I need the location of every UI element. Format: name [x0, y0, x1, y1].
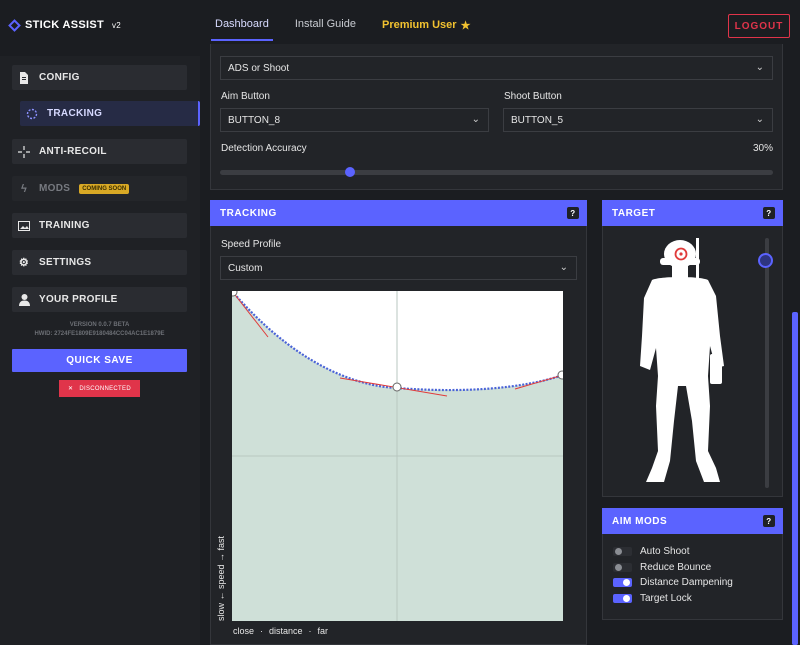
- curve-control-point[interactable]: [557, 370, 563, 380]
- detection-accuracy-label: Detection Accuracy: [221, 143, 307, 154]
- curve-control-point[interactable]: [392, 382, 402, 392]
- x-axis-distance: distance: [269, 626, 303, 636]
- sidebar-item-anti-recoil[interactable]: ANTI-RECOIL: [12, 139, 187, 164]
- tracking-header: TRACKING ?: [210, 200, 587, 226]
- chevron-down-icon: ⌄: [559, 262, 568, 273]
- curve-control-point[interactable]: [232, 291, 238, 297]
- speed-profile-label: Speed Profile: [221, 239, 282, 250]
- detection-accuracy-value: 30%: [753, 143, 774, 154]
- logout-button[interactable]: LOGOUT: [728, 14, 790, 38]
- toggle-switch[interactable]: [613, 578, 632, 587]
- speed-curve-editor[interactable]: [232, 291, 563, 621]
- spinner-icon: [26, 108, 38, 120]
- image-icon: [18, 220, 30, 232]
- chevron-down-icon: ⌄: [755, 114, 764, 125]
- mod-label: Target Lock: [640, 593, 692, 604]
- detection-accuracy-slider[interactable]: [220, 167, 773, 177]
- shoot-button-select[interactable]: BUTTON_5 ⌄: [503, 108, 773, 132]
- shoot-button-label: Shoot Button: [504, 91, 562, 102]
- mod-label: Auto Shoot: [640, 546, 690, 557]
- bolt-icon: ϟ: [20, 182, 28, 195]
- sidebar-item-mods: ϟ MODS COMING SOON: [12, 176, 187, 201]
- aim-button-select[interactable]: BUTTON_8 ⌄: [220, 108, 489, 132]
- status-text: DISCONNECTED: [79, 385, 131, 392]
- y-axis-label: slow ← speed → fast: [216, 535, 226, 621]
- mode-select[interactable]: ADS or Shoot ⌄: [220, 56, 773, 80]
- help-icon[interactable]: ?: [763, 515, 775, 527]
- toggle-switch[interactable]: [613, 563, 632, 572]
- mod-auto-shoot[interactable]: Auto Shoot: [613, 546, 689, 557]
- nav-install-guide[interactable]: Install Guide: [291, 18, 360, 41]
- slider-thumb[interactable]: [344, 167, 355, 177]
- x-axis-close: close: [233, 626, 255, 636]
- toggle-switch[interactable]: [613, 547, 632, 556]
- coming-soon-badge: COMING SOON: [79, 183, 130, 194]
- mod-target-lock[interactable]: Target Lock: [613, 593, 692, 604]
- brand-name: STICK ASSIST: [25, 19, 104, 31]
- premium-label: Premium User: [381, 19, 457, 31]
- target-height-slider[interactable]: [765, 238, 769, 488]
- mod-reduce-bounce[interactable]: Reduce Bounce: [613, 562, 711, 573]
- sidebar-item-label: MODS: [39, 183, 71, 194]
- nav-premium-user[interactable]: Premium User ★: [378, 18, 474, 41]
- separator-dot: ·: [260, 626, 264, 636]
- sidebar-item-config[interactable]: CONFIG: [12, 65, 187, 90]
- aim-mods-title: AIM MODS: [612, 515, 668, 527]
- aim-mods-header: AIM MODS ?: [602, 508, 783, 534]
- help-icon[interactable]: ?: [763, 207, 775, 219]
- diamond-logo-icon: [8, 18, 21, 32]
- tracking-title: TRACKING: [220, 207, 277, 219]
- crosshair-icon: [18, 145, 30, 158]
- main-nav: Dashboard Install Guide Premium User ★: [211, 18, 474, 41]
- speed-curve-svg[interactable]: [232, 291, 563, 621]
- target-header: TARGET ?: [602, 200, 783, 226]
- document-icon: [18, 71, 30, 84]
- shoot-button-value: BUTTON_5: [511, 114, 564, 126]
- sidebar-item-label: SETTINGS: [39, 257, 92, 268]
- aim-button-label: Aim Button: [221, 91, 270, 102]
- mod-label: Distance Dampening: [640, 577, 733, 588]
- sidebar-item-training[interactable]: TRAINING: [12, 213, 187, 238]
- version-info: VERSION 0.0.7 BETA HWID: 2724FE1809E9180…: [12, 321, 187, 339]
- sidebar-item-label: TRACKING: [47, 108, 103, 119]
- sidebar-item-label: ANTI-RECOIL: [39, 146, 107, 157]
- mode-select-value: ADS or Shoot: [228, 62, 290, 74]
- sidebar-item-label: YOUR PROFILE: [39, 294, 118, 305]
- brand-logo[interactable]: STICK ASSIST v2: [8, 18, 122, 32]
- quick-save-button[interactable]: QUICK SAVE: [12, 349, 187, 372]
- x-axis-far: far: [317, 626, 329, 636]
- x-axis-labels: close · distance · far: [233, 626, 328, 636]
- star-icon: ★: [460, 19, 471, 32]
- page-scrollbar[interactable]: [792, 312, 798, 645]
- gear-icon: ⚙: [18, 257, 30, 269]
- hwid-text: HWID: 2724FE1809E9180484CC04AC1E1879E: [34, 331, 165, 337]
- sidebar-item-your-profile[interactable]: YOUR PROFILE: [12, 287, 187, 312]
- slider-thumb[interactable]: [758, 252, 773, 268]
- sidebar-item-tracking[interactable]: TRACKING: [20, 101, 200, 126]
- separator-dot: ·: [308, 626, 312, 636]
- aim-button-value: BUTTON_8: [228, 114, 281, 126]
- chevron-down-icon: ⌄: [755, 62, 764, 73]
- help-icon[interactable]: ?: [567, 207, 579, 219]
- speed-profile-value: Custom: [228, 262, 263, 274]
- version-text: VERSION 0.0.7 BETA: [69, 322, 130, 328]
- toggle-switch[interactable]: [613, 594, 632, 603]
- mod-label: Reduce Bounce: [640, 562, 712, 573]
- speed-profile-select[interactable]: Custom ⌄: [220, 256, 577, 280]
- brand-version: v2: [111, 20, 122, 30]
- sidebar-item-label: CONFIG: [39, 72, 80, 83]
- user-icon: [18, 293, 30, 306]
- target-title: TARGET: [612, 207, 656, 219]
- close-icon: ✕: [68, 386, 74, 392]
- mod-distance-dampening[interactable]: Distance Dampening: [613, 577, 733, 588]
- nav-dashboard[interactable]: Dashboard: [211, 18, 273, 41]
- chevron-down-icon: ⌄: [471, 114, 480, 125]
- sidebar-item-settings[interactable]: ⚙ SETTINGS: [12, 250, 187, 275]
- connection-status-badge: ✕ DISCONNECTED: [59, 380, 140, 397]
- soldier-silhouette-icon: [640, 238, 724, 482]
- sidebar-item-label: TRAINING: [39, 220, 90, 231]
